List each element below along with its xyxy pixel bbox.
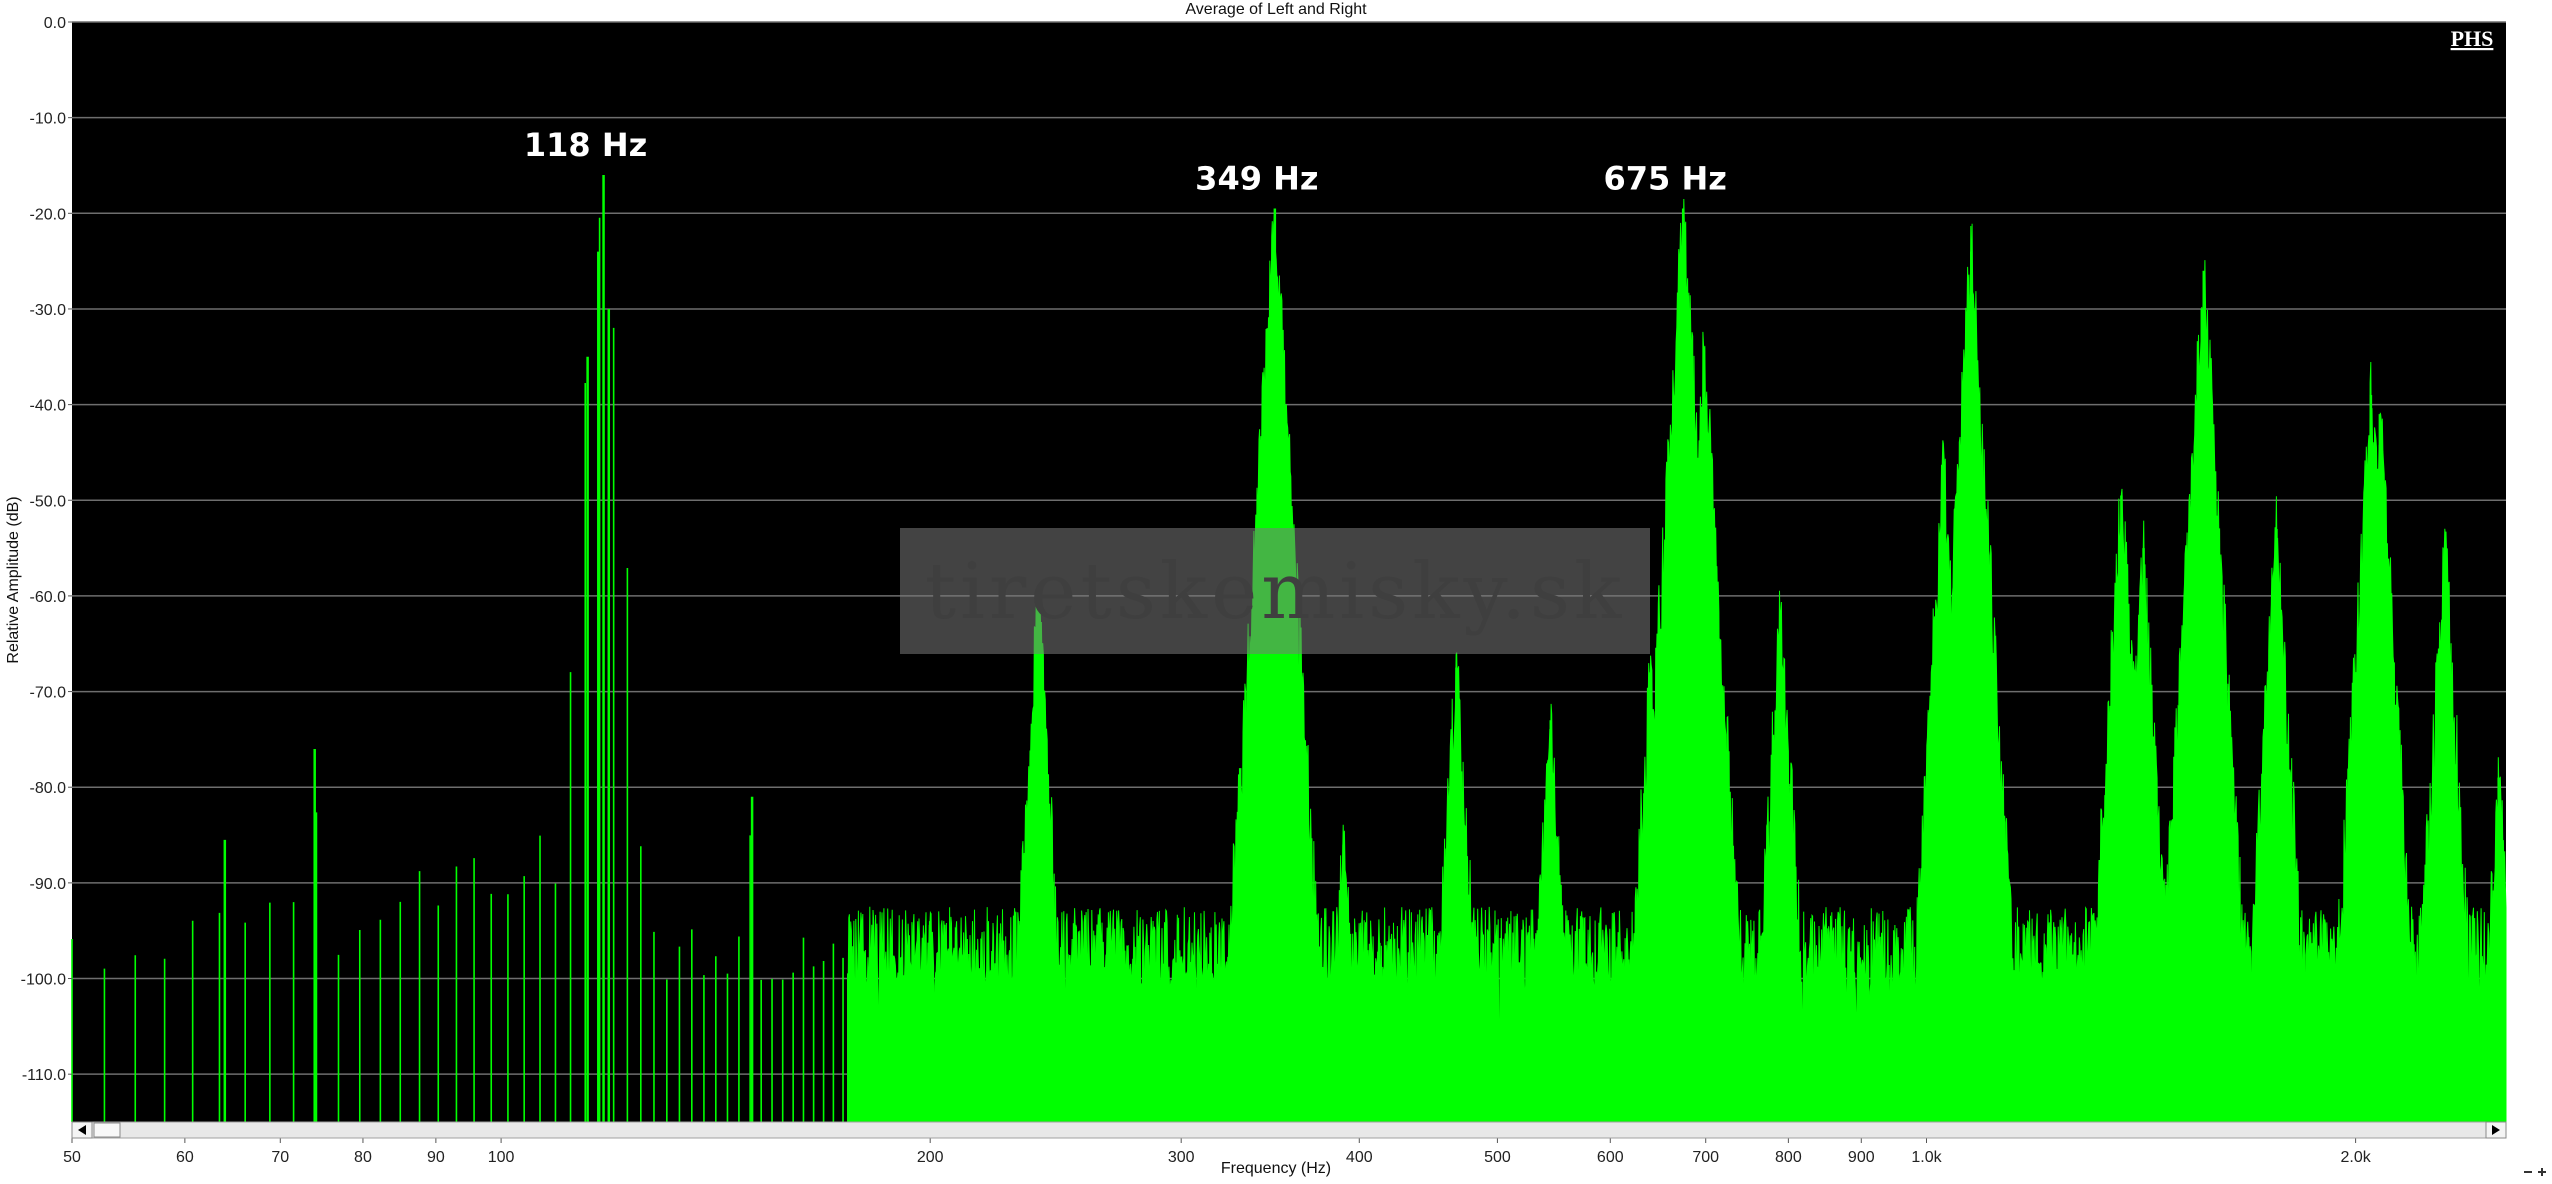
y-tick-label: -70.0 <box>30 685 67 702</box>
x-tick-label: 400 <box>1346 1149 1373 1166</box>
y-tick-labels: 0.0 -10.0 -20.0 -30.0 -40.0 -50.0 -60.0 -70.0 -8… <box>21 15 72 1084</box>
y-tick-label: -80.0 <box>30 780 67 797</box>
y-tick-label: -50.0 <box>30 493 67 510</box>
x-tick-label: 90 <box>427 1149 445 1166</box>
y-tick-label: -10.0 <box>30 111 67 128</box>
scrollbar-track[interactable] <box>71 1121 2507 1139</box>
y-tick-label: -110.0 <box>22 1067 66 1084</box>
spectrum-plot: tiretskemisky.sk PHS 118 Hz349 Hz 675 Hz … <box>21 15 2546 1176</box>
x-tick-label: 300 <box>1168 1149 1195 1166</box>
peak-annotation: 675 Hz <box>1604 159 1727 197</box>
x-tick-label: 70 <box>271 1149 289 1166</box>
x-tick-label: 200 <box>917 1149 944 1166</box>
peak-annotation: 118 Hz <box>524 126 647 164</box>
x-tick-label: 700 <box>1692 1149 1719 1166</box>
x-tick-label: 2.0k <box>2340 1149 2371 1166</box>
x-tick-label: 1.0k <box>1911 1149 1942 1166</box>
x-tick-label: 50 <box>63 1149 81 1166</box>
y-tick-label: -90.0 <box>30 876 67 893</box>
x-tick-label: 600 <box>1597 1149 1624 1166</box>
x-tick-label: 60 <box>176 1149 194 1166</box>
x-tick-label: 500 <box>1484 1149 1511 1166</box>
x-tick-label: 800 <box>1775 1149 1802 1166</box>
y-tick-label: 0.0 <box>44 15 66 32</box>
zoom-controls[interactable] <box>2524 1168 2546 1176</box>
y-tick-label: -30.0 <box>30 302 67 319</box>
y-tick-label: -40.0 <box>30 398 67 415</box>
scrollbar-thumb[interactable] <box>93 1122 121 1138</box>
zoom-plus-icon[interactable] <box>2538 1168 2546 1176</box>
x-tick-label: 100 <box>488 1149 515 1166</box>
x-tick-label: 900 <box>1848 1149 1875 1166</box>
x-tick-label: 80 <box>354 1149 372 1166</box>
watermark-text: tiretskemisky.sk <box>925 547 1626 637</box>
watermark: tiretskemisky.sk <box>900 528 1650 654</box>
y-tick-label: -100.0 <box>21 972 66 989</box>
y-tick-label: -20.0 <box>30 206 67 223</box>
phs-badge: PHS <box>2451 26 2494 51</box>
horizontal-scrollbar[interactable] <box>71 1121 2507 1139</box>
y-tick-label: -60.0 <box>30 589 67 606</box>
x-tick-labels: 50 60 70 80 90 100 200 300 400 500 600 700 800 900 1.0… <box>63 1138 2372 1166</box>
peak-annotation: 349 Hz <box>1195 159 1318 197</box>
